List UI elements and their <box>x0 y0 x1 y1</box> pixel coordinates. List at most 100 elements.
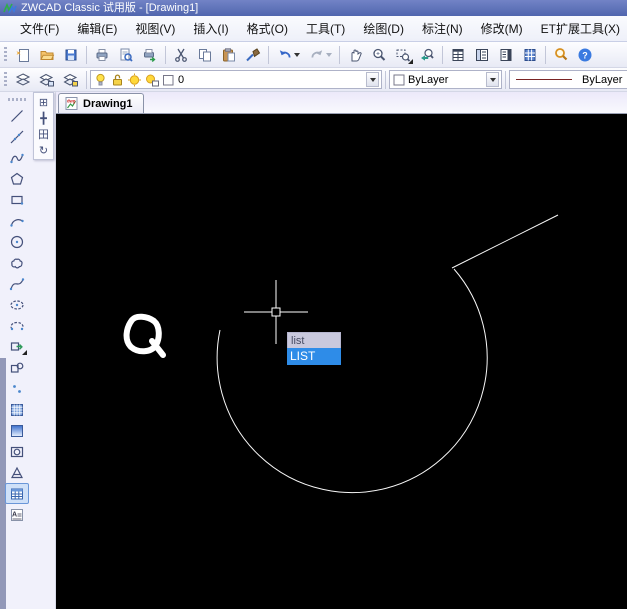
design-center-button[interactable] <box>470 44 494 66</box>
wipeout-button[interactable] <box>5 462 29 483</box>
tool-palettes-button[interactable] <box>494 44 518 66</box>
table-button[interactable] <box>5 483 29 504</box>
line-entity[interactable] <box>451 214 559 269</box>
pan-icon <box>351 49 362 61</box>
polyline-button[interactable] <box>5 147 29 168</box>
tab-label: Drawing1 <box>83 97 133 110</box>
undo-button[interactable] <box>272 44 304 66</box>
drawing-canvas[interactable]: list LIST <box>56 114 627 609</box>
layer-combobox[interactable]: 0 <box>90 70 382 89</box>
menu-item-file[interactable]: 文件(F) <box>11 17 68 40</box>
draw-toolbar-grip[interactable] <box>8 98 26 101</box>
color-combobox[interactable]: ByLayer <box>389 70 502 89</box>
menu-item-draw[interactable]: 绘图(D) <box>354 17 413 40</box>
region-icon <box>10 446 24 457</box>
hatch-icon <box>11 403 23 416</box>
new-button[interactable] <box>11 44 35 66</box>
circle-button[interactable] <box>5 231 29 252</box>
polygon-button[interactable] <box>5 168 29 189</box>
current-layer-name: 0 <box>178 73 185 86</box>
region-button[interactable] <box>5 441 29 462</box>
open-button[interactable] <box>35 44 59 66</box>
layer-states-button[interactable] <box>35 69 59 91</box>
color-combo-dropdown[interactable] <box>486 72 499 87</box>
zoom-previous-button[interactable] <box>415 44 439 66</box>
tool-palettes-icon <box>500 48 512 61</box>
copy-button[interactable] <box>193 44 217 66</box>
redo-button[interactable] <box>304 44 336 66</box>
window-title: ZWCAD Classic 试用版 - [Drawing1] <box>21 2 199 14</box>
menu-item-tools[interactable]: 工具(T) <box>297 17 354 40</box>
menu-item-edit[interactable]: 编辑(E) <box>68 17 126 40</box>
insert-block-button[interactable] <box>5 336 29 357</box>
spline-icon <box>9 277 25 290</box>
wipeout-icon <box>11 466 23 478</box>
insert-block-flyout-corner[interactable] <box>22 350 27 355</box>
paste-button[interactable] <box>217 44 241 66</box>
spline-button[interactable] <box>5 273 29 294</box>
layer-lock-open-icon <box>113 73 122 85</box>
autocomplete-suggestion-list[interactable]: LIST <box>287 348 341 365</box>
print-preview-button[interactable] <box>114 44 138 66</box>
cut-button[interactable] <box>169 44 193 66</box>
zoom-window-button[interactable] <box>391 44 415 66</box>
layer-combo-dropdown[interactable] <box>366 72 379 87</box>
ellipse-button[interactable] <box>5 294 29 315</box>
toolbar-grip[interactable] <box>4 71 7 88</box>
menu-item-view[interactable]: 视图(V) <box>126 17 184 40</box>
linetype-combobox[interactable]: ByLayer <box>509 70 627 89</box>
construction-line-button[interactable] <box>5 126 29 147</box>
revision-cloud-button[interactable] <box>5 252 29 273</box>
menu-item-express-tools[interactable]: ET扩展工具(X) <box>532 17 627 40</box>
save-button[interactable] <box>59 44 83 66</box>
pan-button[interactable] <box>343 44 367 66</box>
freehand-sketch[interactable] <box>123 313 166 358</box>
rectangle-button[interactable] <box>5 189 29 210</box>
gradient-button[interactable] <box>5 420 29 441</box>
toolbar-grip[interactable] <box>4 46 7 63</box>
find-button[interactable] <box>549 44 573 66</box>
find-icon <box>555 47 568 60</box>
snap-center-icon[interactable]: ↻ <box>35 142 52 158</box>
menu-item-insert[interactable]: 插入(I) <box>184 17 237 40</box>
ellipse-arc-button[interactable] <box>5 315 29 336</box>
zoom-realtime-button[interactable] <box>367 44 391 66</box>
plot-button[interactable] <box>138 44 162 66</box>
circle-icon <box>10 235 24 248</box>
match-properties-button[interactable] <box>241 44 265 66</box>
quick-calculator-button[interactable] <box>518 44 542 66</box>
revision-cloud-icon <box>11 258 23 268</box>
separator <box>165 45 166 64</box>
line-button[interactable] <box>5 105 29 126</box>
menu-item-modify[interactable]: 修改(M) <box>472 17 532 40</box>
menubar: dwg 文件(F) 编辑(E) 视图(V) 插入(I) 格式(O) 工具(T) … <box>0 16 627 42</box>
layer-properties-button[interactable] <box>11 69 35 91</box>
quick-calculator-icon <box>524 48 536 61</box>
menu-item-dimension[interactable]: 标注(N) <box>413 17 472 40</box>
snap-intersection-icon[interactable]: ╋ <box>35 110 52 126</box>
construction-line-icon <box>10 130 24 143</box>
make-block-button[interactable] <box>5 357 29 378</box>
zwcad-window: ZWCAD Classic 试用版 - [Drawing1] dwg 文件(F)… <box>0 0 627 609</box>
titlebar[interactable]: ZWCAD Classic 试用版 - [Drawing1] <box>0 0 627 16</box>
zwcad-logo-icon <box>3 2 17 14</box>
hatch-button[interactable] <box>5 399 29 420</box>
arc-button[interactable] <box>5 210 29 231</box>
menu-item-format[interactable]: 格式(O) <box>238 17 297 40</box>
separator <box>268 45 269 64</box>
linetype-value: ByLayer <box>582 73 623 86</box>
print-preview-icon <box>120 48 133 62</box>
zoom-window-flyout-corner[interactable] <box>408 58 413 64</box>
layer-tools-button[interactable] <box>59 69 83 91</box>
snap-grid-icon[interactable]: 田 <box>35 126 52 142</box>
print-button[interactable] <box>90 44 114 66</box>
help-button[interactable]: ? <box>573 44 597 66</box>
arc-entity[interactable] <box>216 268 488 494</box>
tab-drawing1[interactable]: dwg Drawing1 <box>58 93 144 113</box>
properties-palette-button[interactable] <box>446 44 470 66</box>
mtext-button[interactable]: A <box>5 504 29 525</box>
point-button[interactable] <box>5 378 29 399</box>
redo-dropdown-arrow <box>325 52 332 57</box>
snap-from-icon[interactable]: ⊞ <box>35 94 52 110</box>
undo-dropdown-arrow[interactable] <box>293 52 300 57</box>
